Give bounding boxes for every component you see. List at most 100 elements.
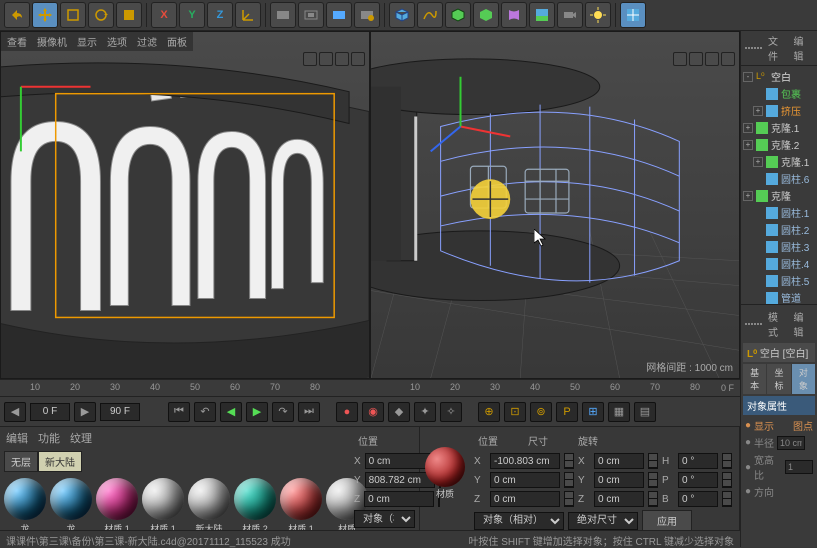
tree-expand-icon[interactable]: + (743, 140, 753, 150)
coord1-mode-select[interactable]: 对象（相对） (354, 510, 415, 528)
mat-tab-tex[interactable]: 纹理 (70, 430, 92, 446)
render-pv-button[interactable] (326, 2, 352, 28)
tree-expand-icon[interactable]: + (753, 106, 763, 116)
tree-row[interactable]: 管道 (743, 289, 815, 304)
tl-record-button[interactable]: ● (336, 402, 358, 422)
render-view-button[interactable] (270, 2, 296, 28)
tl-autokey-button[interactable]: ◉ (362, 402, 384, 422)
viewport-left[interactable]: 查看 摄像机 显示 选项 过滤 面板 (0, 31, 370, 379)
vnav-switch-icon[interactable] (721, 52, 735, 66)
layer-active-tab[interactable]: 新大陆 (38, 451, 82, 472)
tree-row[interactable]: +挤压 (743, 102, 815, 119)
rp-tab-edit[interactable]: 编辑 (794, 33, 814, 63)
tl-key-sel-button[interactable]: ◆ (388, 402, 410, 422)
tl-dopesheet-button[interactable]: ▦ (608, 402, 630, 422)
vnav-rotate-icon[interactable] (335, 52, 349, 66)
timeline-next-icon[interactable]: ▶ (74, 402, 96, 422)
material-item[interactable]: 材质.1 (96, 478, 138, 535)
layout-button[interactable] (620, 2, 646, 28)
pos-y-input[interactable] (490, 472, 560, 488)
add-camera-button[interactable] (557, 2, 583, 28)
vmenu-view[interactable]: 查看 (7, 34, 27, 49)
tree-row[interactable]: 圆柱.2 (743, 221, 815, 238)
pos-z-input[interactable] (490, 491, 560, 507)
tree-row[interactable]: 包裹 (743, 85, 815, 102)
axis-x-toggle[interactable]: X (151, 2, 177, 28)
add-deformer-button[interactable] (501, 2, 527, 28)
attr-tab-basic[interactable]: 基本 (743, 364, 766, 394)
size-mode-select[interactable]: 绝对尺寸 (568, 512, 638, 530)
tl-fcurve-button[interactable]: ▤ (634, 402, 656, 422)
tl-play-button[interactable]: ▶ (246, 402, 268, 422)
vmenu-display[interactable]: 显示 (77, 34, 97, 49)
tl-param-toggle[interactable]: P (556, 402, 578, 422)
rp-tab-file[interactable]: 文件 (768, 33, 788, 63)
vnav-pan-icon[interactable] (303, 52, 317, 66)
attr-tab-object[interactable]: 对象 (792, 364, 815, 394)
add-modeling-button[interactable] (473, 2, 499, 28)
tree-row[interactable]: -L⁰空白 (743, 68, 815, 85)
tree-row[interactable]: 圆柱.3 (743, 238, 815, 255)
attr-edit-label[interactable]: 编辑 (794, 309, 814, 339)
tl-goto-end-button[interactable]: ⏭ (298, 402, 320, 422)
add-nurbs-button[interactable] (445, 2, 471, 28)
object-tree[interactable]: -L⁰空白包裹+挤压+克隆.1+克隆.2+克隆.1圆柱.6+克隆圆柱.1圆柱.2… (741, 66, 817, 304)
tree-expand-icon[interactable]: + (743, 191, 753, 201)
size-x-input[interactable] (594, 453, 644, 469)
tl-goto-start-button[interactable]: ⏮ (168, 402, 190, 422)
rot-p-input[interactable] (678, 472, 718, 488)
layer-none-tab[interactable]: 无层 (4, 451, 38, 472)
add-cube-button[interactable] (389, 2, 415, 28)
rotate-button[interactable] (88, 2, 114, 28)
material-item[interactable]: 龙 (4, 478, 46, 535)
tree-row[interactable]: +克隆.1 (743, 119, 815, 136)
tl-scale-toggle[interactable]: ⊡ (504, 402, 526, 422)
tree-expand-icon[interactable]: + (753, 157, 763, 167)
material-item[interactable]: 材质.1 (280, 478, 322, 535)
timeline-end-field[interactable] (100, 403, 140, 421)
tl-rot-toggle[interactable]: ⊚ (530, 402, 552, 422)
vnav-rotate-icon[interactable] (705, 52, 719, 66)
mat-tab-func[interactable]: 功能 (38, 430, 60, 446)
render-settings-button[interactable] (354, 2, 380, 28)
rot-h-input[interactable] (678, 453, 718, 469)
vmenu-camera[interactable]: 摄像机 (37, 34, 67, 49)
tl-key-opts1-button[interactable]: ✦ (414, 402, 436, 422)
scale-button[interactable] (60, 2, 86, 28)
tree-row[interactable]: +克隆.2 (743, 136, 815, 153)
tl-pla-toggle[interactable]: ⊞ (582, 402, 604, 422)
axis-y-toggle[interactable]: Y (179, 2, 205, 28)
vmenu-filter[interactable]: 过滤 (137, 34, 157, 49)
coord-mode-select[interactable]: 对象（相对） (474, 512, 564, 530)
render-region-button[interactable] (298, 2, 324, 28)
add-spline-button[interactable] (417, 2, 443, 28)
material-ball-icon[interactable] (425, 447, 465, 487)
material-item[interactable]: 新大陆 (188, 478, 230, 535)
undo-button[interactable] (4, 2, 30, 28)
mat-tab-edit[interactable]: 编辑 (6, 430, 28, 446)
coord-system-button[interactable] (235, 2, 261, 28)
tree-expand-icon[interactable]: - (743, 72, 753, 82)
size-z-input[interactable] (594, 491, 644, 507)
vnav-pan-icon[interactable] (673, 52, 687, 66)
vnav-zoom-icon[interactable] (319, 52, 333, 66)
attr-radius-input[interactable] (777, 436, 805, 450)
lastused-button[interactable] (116, 2, 142, 28)
pos-x-input[interactable] (490, 453, 560, 469)
size-y-input[interactable] (594, 472, 644, 488)
vnav-switch-icon[interactable] (351, 52, 365, 66)
tl-play-back-button[interactable]: ◀ (220, 402, 242, 422)
apply-button[interactable]: 应用 (642, 510, 692, 531)
tree-row[interactable]: 圆柱.5 (743, 272, 815, 289)
attr-tab-coord[interactable]: 坐标 (767, 364, 790, 394)
axis-z-toggle[interactable]: Z (207, 2, 233, 28)
material-item[interactable]: 龙 (50, 478, 92, 535)
tl-step-fwd-button[interactable]: ↷ (272, 402, 294, 422)
tree-expand-icon[interactable]: + (743, 123, 753, 133)
tl-key-opts2-button[interactable]: ✧ (440, 402, 462, 422)
attr-mode-label[interactable]: 模式 (768, 309, 788, 339)
vnav-zoom-icon[interactable] (689, 52, 703, 66)
time-ruler[interactable]: 10 20 30 40 50 60 70 80 10 20 30 40 50 6… (0, 379, 740, 397)
tree-row[interactable]: 圆柱.4 (743, 255, 815, 272)
tl-pos-toggle[interactable]: ⊕ (478, 402, 500, 422)
